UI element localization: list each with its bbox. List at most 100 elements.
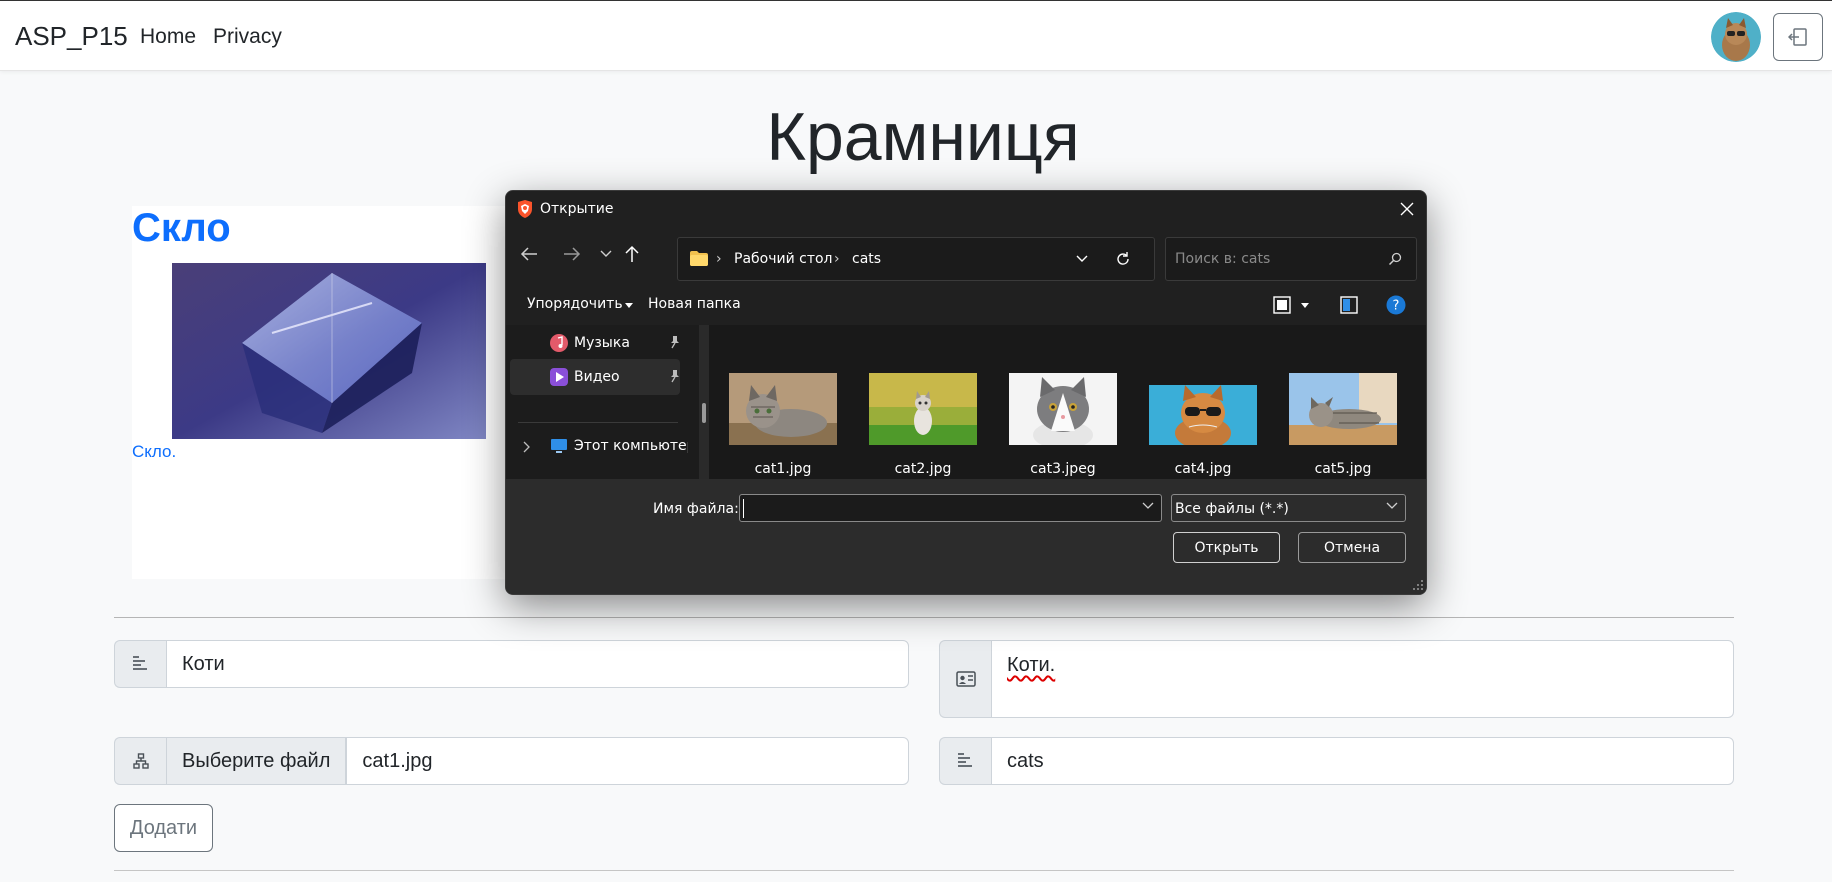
file-name: cat5.jpg: [1314, 461, 1372, 477]
refresh-icon[interactable]: [1115, 251, 1131, 267]
filetype-value: Все файлы (*.*): [1175, 501, 1289, 517]
description-textarea[interactable]: Коти.: [991, 640, 1734, 718]
file-item[interactable]: cat1.jpg: [717, 325, 837, 479]
file-item[interactable]: cat2.jpg: [857, 325, 977, 479]
breadcrumb-desktop[interactable]: Рабочий стол: [734, 251, 833, 267]
product-card: Скло Скло.: [132, 206, 512, 579]
sidebar-divider: [518, 422, 678, 423]
browser-app-icon: [518, 200, 532, 218]
file-item[interactable]: cat5.jpg: [1277, 325, 1397, 479]
nav-link-home[interactable]: Home: [140, 25, 196, 49]
resize-grip-icon[interactable]: [1412, 579, 1424, 591]
view-mode-icon[interactable]: [1273, 296, 1291, 314]
view-mode-dropdown-icon[interactable]: [1301, 303, 1309, 308]
dialog-toolbar: Упорядочить Новая папка ?: [506, 285, 1426, 325]
brand-link[interactable]: ASP_P15: [15, 21, 128, 52]
file-thumbnail: [1149, 385, 1257, 445]
logout-button[interactable]: [1773, 13, 1823, 61]
description-input-group: Коти.: [939, 640, 1734, 718]
file-thumbnail: [729, 373, 837, 445]
filetype-select[interactable]: Все файлы (*.*): [1171, 494, 1406, 522]
new-folder-button[interactable]: Новая папка: [648, 296, 741, 312]
cancel-button[interactable]: Отмена: [1298, 532, 1406, 563]
dialog-title: Открытие: [540, 201, 614, 217]
preview-pane-icon[interactable]: [1340, 296, 1358, 314]
svg-text:?: ?: [1393, 299, 1400, 314]
diagram-icon: [114, 737, 166, 785]
card-link-text[interactable]: Скло.: [132, 442, 176, 462]
divider: [114, 617, 1734, 618]
recent-locations-chevron-icon[interactable]: [595, 243, 617, 265]
file-input-group: Выберите файл cat1.jpg: [114, 737, 909, 785]
filename-input[interactable]: [739, 494, 1162, 522]
sidebar-item-label: Музыка: [574, 335, 630, 351]
music-icon: [550, 334, 568, 352]
forward-arrow-icon[interactable]: [561, 243, 583, 265]
text-caret: [743, 499, 744, 518]
breadcrumb-separator-icon: ›: [716, 251, 722, 267]
nav-link-privacy[interactable]: Privacy: [213, 25, 282, 49]
search-input[interactable]: Поиск в: cats: [1165, 237, 1417, 281]
file-list: cat1.jpg cat2.jpg cat3.jpeg cat4.jpg cat…: [709, 325, 1426, 479]
file-open-dialog: Открытие › Рабочий стол › cats Поиск в: …: [505, 190, 1427, 595]
help-icon[interactable]: ?: [1386, 295, 1406, 315]
pin-icon: [671, 370, 679, 383]
id-card-icon: [939, 640, 991, 718]
file-item[interactable]: cat3.jpeg: [997, 325, 1117, 479]
scrollbar-thumb[interactable]: [702, 403, 706, 423]
address-bar[interactable]: › Рабочий стол › cats: [677, 237, 1155, 281]
filetype-dropdown-chevron-icon: [1386, 502, 1398, 509]
file-name: cat3.jpeg: [1030, 461, 1096, 477]
computer-icon: [551, 439, 567, 453]
text-paragraph-icon: [939, 737, 991, 785]
breadcrumb-cats[interactable]: cats: [852, 251, 881, 267]
navbar: ASP_P15 Home Privacy: [0, 0, 1832, 71]
sidebar-scrollbar[interactable]: [699, 325, 709, 479]
file-name-display[interactable]: cat1.jpg: [346, 737, 909, 785]
pin-icon: [671, 336, 679, 349]
expand-chevron-icon[interactable]: [522, 441, 530, 453]
name-input-group: Коти: [114, 640, 909, 688]
file-thumbnail: [869, 373, 977, 445]
card-image: [172, 263, 486, 439]
search-icon: [1388, 252, 1402, 266]
sidebar-item-label: Видео: [574, 369, 620, 385]
up-arrow-icon[interactable]: [621, 243, 643, 265]
file-name: cat2.jpg: [894, 461, 952, 477]
slug-input[interactable]: cats: [991, 737, 1734, 785]
dialog-titlebar[interactable]: Открытие: [506, 191, 1426, 227]
dialog-navigation-bar: › Рабочий стол › cats Поиск в: cats: [506, 227, 1426, 285]
slug-input-group: cats: [939, 737, 1734, 785]
open-button[interactable]: Открыть: [1173, 532, 1280, 563]
sidebar-item-video[interactable]: Видео: [510, 359, 680, 395]
text-paragraph-icon: [114, 640, 166, 688]
file-name: cat4.jpg: [1174, 461, 1232, 477]
sidebar-item-music[interactable]: Музыка: [510, 325, 680, 361]
search-placeholder: Поиск в: cats: [1175, 251, 1271, 267]
breadcrumb-separator-icon: ›: [834, 251, 840, 267]
address-dropdown-chevron-icon[interactable]: [1076, 255, 1088, 263]
divider: [114, 870, 1734, 871]
sidebar-item-this-pc[interactable]: Этот компьютер: [510, 428, 688, 464]
back-arrow-icon[interactable]: [518, 243, 540, 265]
close-icon[interactable]: [1399, 201, 1415, 217]
user-avatar[interactable]: [1711, 12, 1761, 62]
organize-dropdown-icon: [625, 303, 633, 308]
file-thumbnail: [1289, 373, 1397, 445]
add-button[interactable]: Додати: [114, 804, 213, 852]
card-title[interactable]: Скло: [132, 206, 231, 251]
dialog-footer: Имя файла: Все файлы (*.*) Открыть Отмен…: [506, 479, 1426, 594]
folder-icon: [690, 251, 708, 266]
page-title: Крамниця: [766, 99, 1080, 175]
file-item[interactable]: cat4.jpg: [1137, 325, 1257, 479]
file-name: cat1.jpg: [754, 461, 812, 477]
logout-icon: [1788, 28, 1807, 46]
name-input[interactable]: Коти: [166, 640, 909, 688]
filename-dropdown-chevron-icon[interactable]: [1142, 502, 1154, 510]
filename-label: Имя файла:: [653, 501, 739, 517]
organize-menu[interactable]: Упорядочить: [527, 296, 623, 312]
navigation-pane: Музыка Видео Этот компьютер: [506, 325, 709, 479]
video-icon: [550, 368, 568, 386]
choose-file-button[interactable]: Выберите файл: [166, 737, 347, 785]
sidebar-item-label: Этот компьютер: [574, 438, 688, 454]
